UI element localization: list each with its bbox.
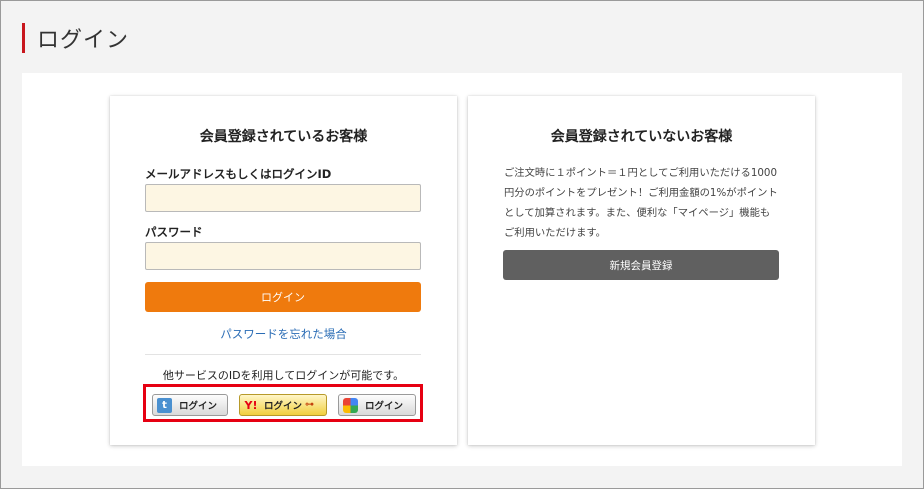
- google-icon: [343, 397, 358, 413]
- guest-description-line: ご注文時に１ポイント＝１円としてご利用いただける1000: [504, 167, 778, 179]
- password-field[interactable]: [145, 242, 421, 270]
- page-title: ログイン: [37, 28, 130, 53]
- forgot-password-link[interactable]: パスワードを忘れた場合: [110, 326, 457, 342]
- yahoo-icon: Y!: [244, 398, 258, 412]
- yahoo-login-label: ログイン: [264, 401, 303, 412]
- content-panel: 会員登録されているお客様 メールアドレスもしくはログインID パスワード ログイ…: [22, 73, 902, 466]
- guest-card-title: 会員登録されていないお客様: [550, 129, 733, 145]
- twitter-login-button[interactable]: t ログイン: [152, 394, 228, 416]
- guest-description-line: 円分のポイントをプレゼント！ご利用金額の1%がポイント: [504, 187, 778, 199]
- guest-description-line: ご利用いただけます。: [504, 227, 606, 239]
- guest-description-line: として加算されます。また、便利な「マイページ」機能も: [504, 207, 771, 219]
- guest-register-card: 会員登録されていないお客様 ご注文時に１ポイント＝１円としてご利用いただける10…: [468, 96, 815, 445]
- register-button[interactable]: 新規会員登録: [503, 250, 779, 280]
- social-login-caption: 他サービスのIDを利用してログインが可能です。: [162, 369, 405, 382]
- member-card-title: 会員登録されているお客様: [199, 129, 368, 145]
- email-field[interactable]: [145, 184, 421, 212]
- google-login-button[interactable]: ログイン: [338, 394, 416, 416]
- yahoo-login-button[interactable]: Y! ログイン ⊶: [239, 394, 327, 416]
- title-accent-bar: [22, 23, 25, 53]
- google-login-label: ログイン: [365, 401, 404, 412]
- key-icon: ⊶: [305, 400, 315, 410]
- guest-description: ご注文時に１ポイント＝１円としてご利用いただける1000 円分のポイントをプレゼ…: [504, 163, 784, 243]
- login-button[interactable]: ログイン: [145, 282, 421, 312]
- member-login-card: 会員登録されているお客様 メールアドレスもしくはログインID パスワード ログイ…: [110, 96, 457, 445]
- twitter-login-label: ログイン: [179, 401, 218, 412]
- email-label: メールアドレスもしくはログインID: [145, 167, 332, 181]
- password-label: パスワード: [145, 225, 203, 239]
- twitter-icon: t: [157, 397, 172, 413]
- page-header: ログイン: [22, 22, 129, 54]
- divider: [145, 354, 421, 355]
- social-login-highlight: t ログイン Y! ログイン ⊶ ログイン: [143, 384, 423, 422]
